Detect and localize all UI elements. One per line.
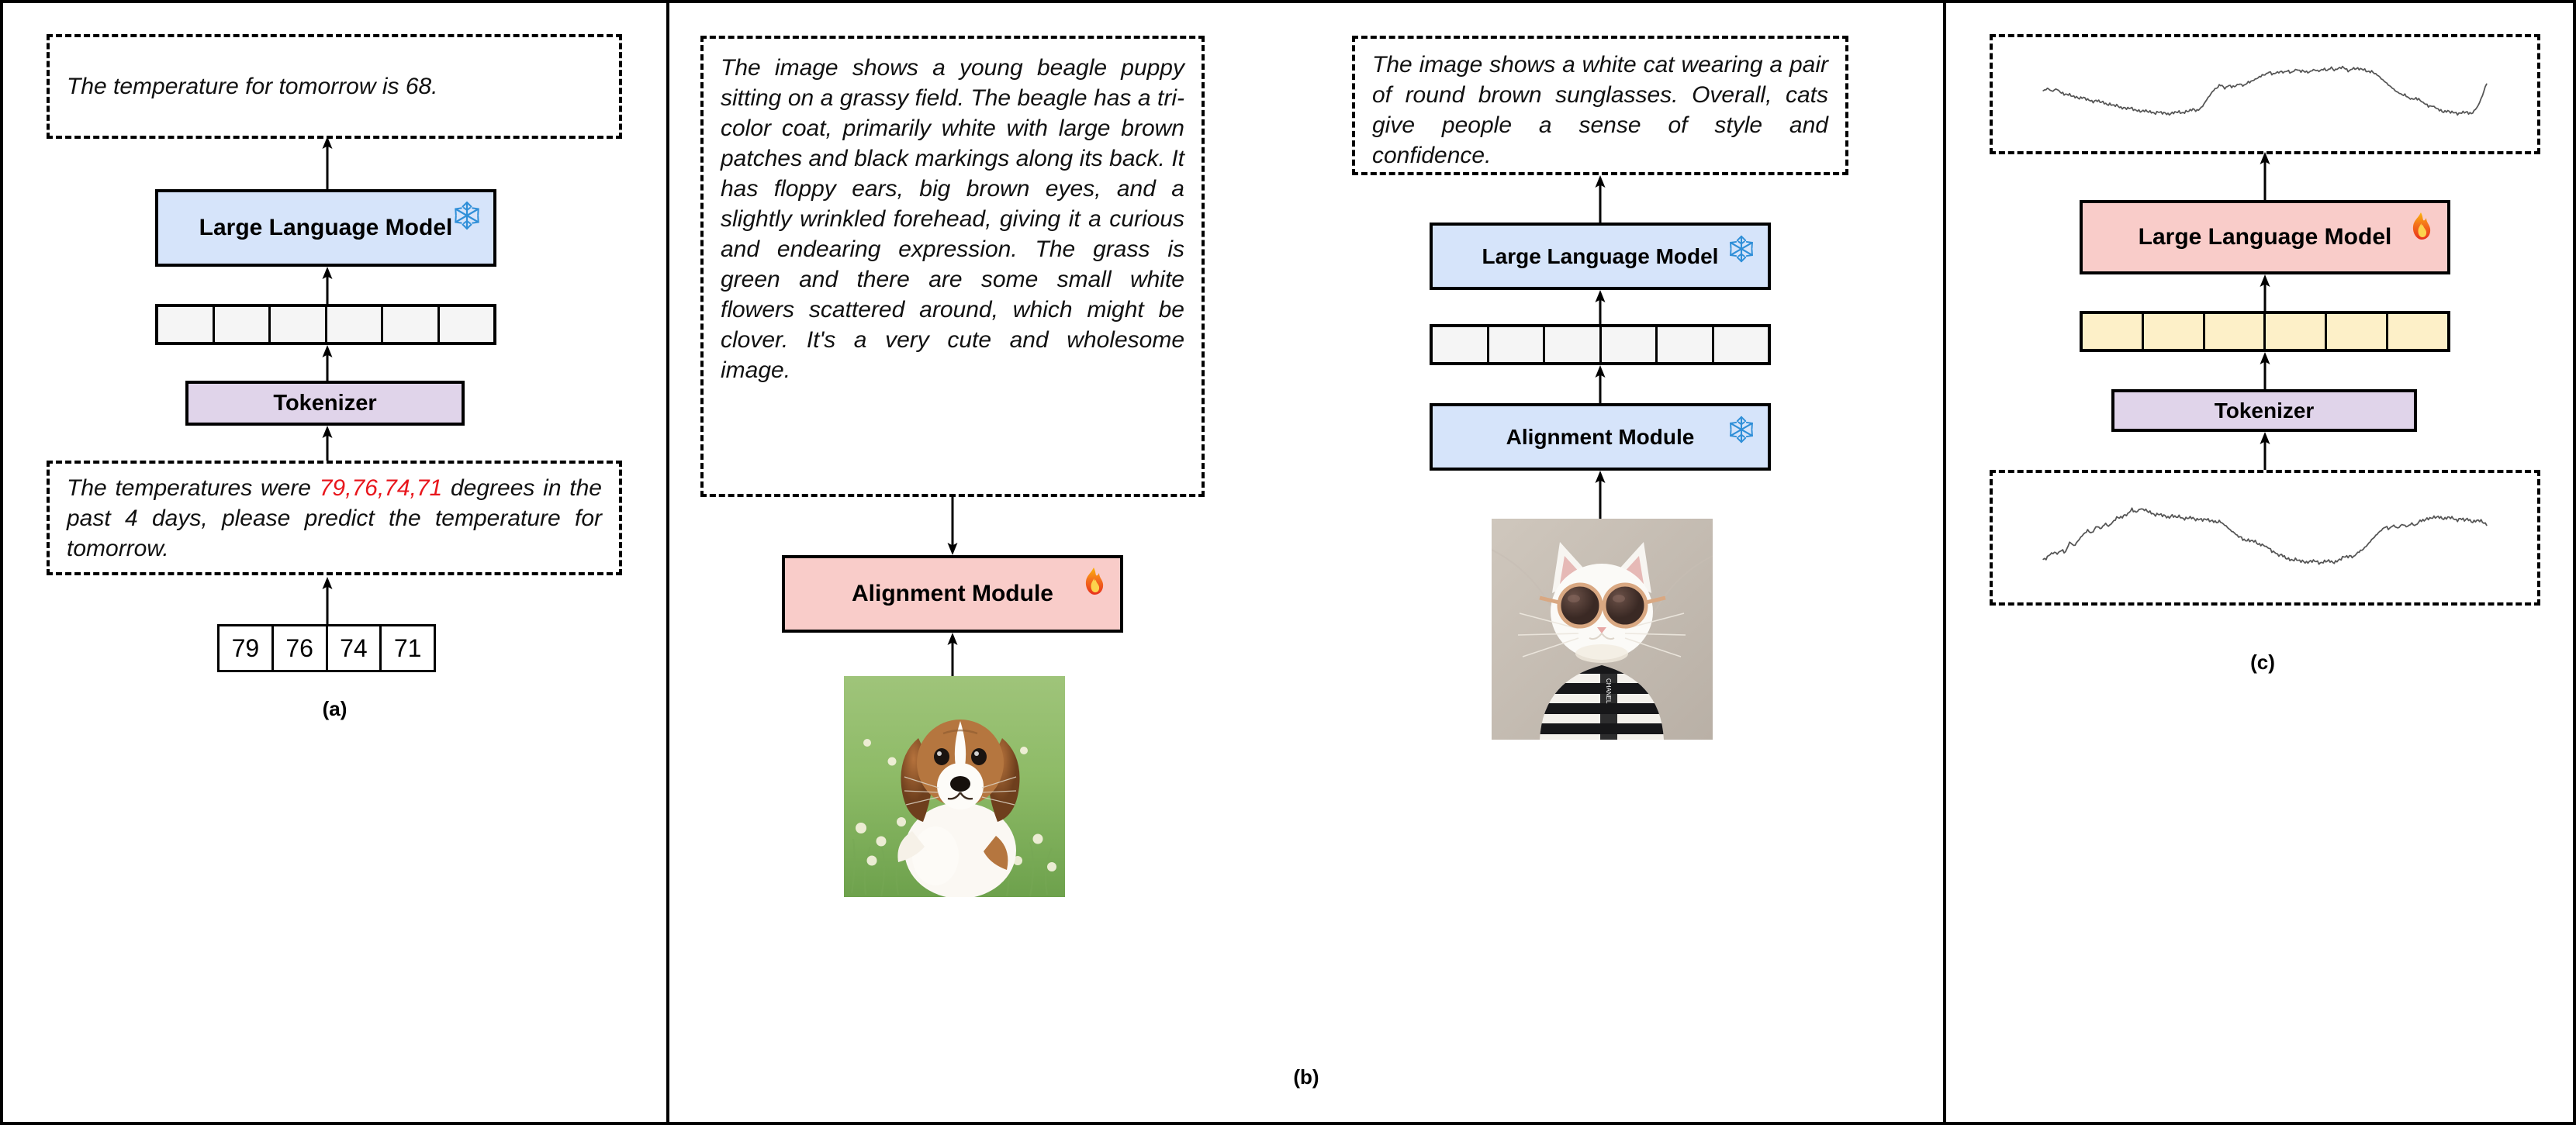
figure-root: The temperature for tomorrow is 68. Larg… <box>0 0 2576 1125</box>
panel-b-right-arrow-tokens-to-llm <box>1593 290 1607 326</box>
panel-a-tokenizer-label: Tokenizer <box>273 390 377 416</box>
prompt-values: 79,76,74,71 <box>319 475 443 501</box>
panel-b-right-alignment-box: Alignment Module <box>1430 403 1771 471</box>
beagle-puppy-photo <box>844 676 1065 897</box>
fire-icon <box>2402 208 2439 245</box>
panel-a-prompt-box: The temperatures were 79,76,74,71 degree… <box>47 461 622 575</box>
token-cell <box>2266 314 2328 349</box>
token-cell <box>1545 327 1602 362</box>
panel-a-input-values-strip: 79 76 74 71 <box>217 624 436 672</box>
input-value-cell: 76 <box>274 626 328 670</box>
panel-a-arrow-tokenizer-to-tokens <box>320 345 334 382</box>
token-cell <box>440 307 494 342</box>
panel-a-prompt-text: The temperatures were 79,76,74,71 degree… <box>50 473 619 564</box>
panel-b-right-output-text: The image shows a white cat wearing a pa… <box>1372 52 1828 168</box>
token-cell <box>2388 314 2447 349</box>
panel-b-left-input-image <box>844 676 1065 897</box>
panel-c-arrow-llm-to-output <box>2258 152 2272 200</box>
panel-c-llm-label: Large Language Model <box>2138 224 2392 250</box>
snowflake-icon <box>1723 230 1760 267</box>
token-cell <box>2083 314 2144 349</box>
token-cell <box>2327 314 2389 349</box>
panel-c-token-strip <box>2080 311 2450 352</box>
panel-c-input-series-box <box>1990 470 2540 606</box>
panel-a-arrow-prompt-to-tokenizer <box>320 426 334 463</box>
panel-b-right-llm-box: Large Language Model <box>1430 223 1771 290</box>
panel-c-output-series-box <box>1990 34 2540 154</box>
panel-c: Large Language Model Tokenizer (c) <box>1946 3 2573 1122</box>
panel-c-arrow-input-to-tokenizer <box>2258 432 2272 472</box>
token-cell <box>1602 327 1658 362</box>
panel-a-output-text: The temperature for tomorrow is 68. <box>67 74 438 99</box>
snowflake-icon <box>448 197 486 234</box>
input-value-cell: 71 <box>393 633 422 662</box>
panel-b-right-output-box: The image shows a white cat wearing a pa… <box>1352 36 1848 175</box>
panel-c-label: (c) <box>2250 650 2275 674</box>
token-cell <box>1714 327 1769 362</box>
panel-a-token-strip <box>155 304 496 345</box>
panel-a-llm-label: Large Language Model <box>199 215 453 240</box>
snowflake-icon <box>1723 411 1760 448</box>
token-cell <box>215 307 271 342</box>
panel-b-left-output-box: The image shows a young beagle puppy sit… <box>700 36 1205 497</box>
panel-b-right-arrow-align-to-tokens <box>1593 365 1607 405</box>
panel-b-right-arrow-image-to-align <box>1593 471 1607 519</box>
panel-b: The image shows a young beagle puppy sit… <box>669 3 1943 1122</box>
token-cell <box>327 307 383 342</box>
svg-text:CHANEL: CHANEL <box>1605 678 1612 704</box>
panel-b-left-arrow-align-to-output <box>946 497 960 555</box>
token-cell <box>1658 327 1714 362</box>
fire-icon <box>1075 563 1112 600</box>
panel-c-tokenizer-box: Tokenizer <box>2111 389 2417 432</box>
panel-a-tokenizer-box: Tokenizer <box>185 381 465 426</box>
token-cell <box>1433 327 1489 362</box>
token-cell <box>2204 314 2267 349</box>
token-cell <box>1489 327 1545 362</box>
panel-c-llm-box: Large Language Model <box>2080 200 2450 274</box>
panel-a-llm-box: Large Language Model <box>155 189 496 267</box>
panel-b-label: (b) <box>1293 1065 1319 1089</box>
panel-b-left-alignment-label: Alignment Module <box>852 581 1053 606</box>
token-cell <box>158 307 215 342</box>
panel-b-left-alignment-box: Alignment Module <box>782 555 1123 633</box>
panel-b-right-alignment-label: Alignment Module <box>1506 424 1695 449</box>
input-value-cell: 74 <box>328 626 382 670</box>
panel-a-label: (a) <box>322 697 348 720</box>
panel-a-arrow-values-to-prompt <box>320 577 334 625</box>
panel-c-input-series-plot <box>2042 507 2488 565</box>
white-cat-sunglasses-photo: CHANEL <box>1492 519 1713 740</box>
panel-b-left-arrow-image-to-align <box>946 633 960 676</box>
panel-a-output-box: The temperature for tomorrow is 68. <box>47 34 622 139</box>
panel-c-arrow-tokens-to-llm <box>2258 274 2272 312</box>
token-cell <box>383 307 440 342</box>
prompt-prefix: The temperatures were <box>67 475 320 501</box>
panel-b-right-token-strip <box>1430 324 1771 365</box>
panel-b-left-output-text: The image shows a young beagle puppy sit… <box>721 55 1184 383</box>
input-value-cell: 79 <box>220 626 274 670</box>
token-cell <box>2143 314 2205 349</box>
panel-a: The temperature for tomorrow is 68. Larg… <box>3 3 666 1122</box>
panel-b-right-input-image: CHANEL <box>1492 519 1713 740</box>
panel-a-arrow-llm-to-output <box>320 136 334 189</box>
token-cell <box>271 307 327 342</box>
panel-c-output-series-plot <box>2042 65 2488 116</box>
panel-b-right-llm-label: Large Language Model <box>1482 243 1719 268</box>
panel-a-arrow-tokens-to-llm <box>320 267 334 305</box>
panel-c-arrow-tokenizer-to-tokens <box>2258 352 2272 391</box>
panel-c-tokenizer-label: Tokenizer <box>2214 398 2315 423</box>
panel-b-right-arrow-llm-to-output <box>1593 175 1607 223</box>
